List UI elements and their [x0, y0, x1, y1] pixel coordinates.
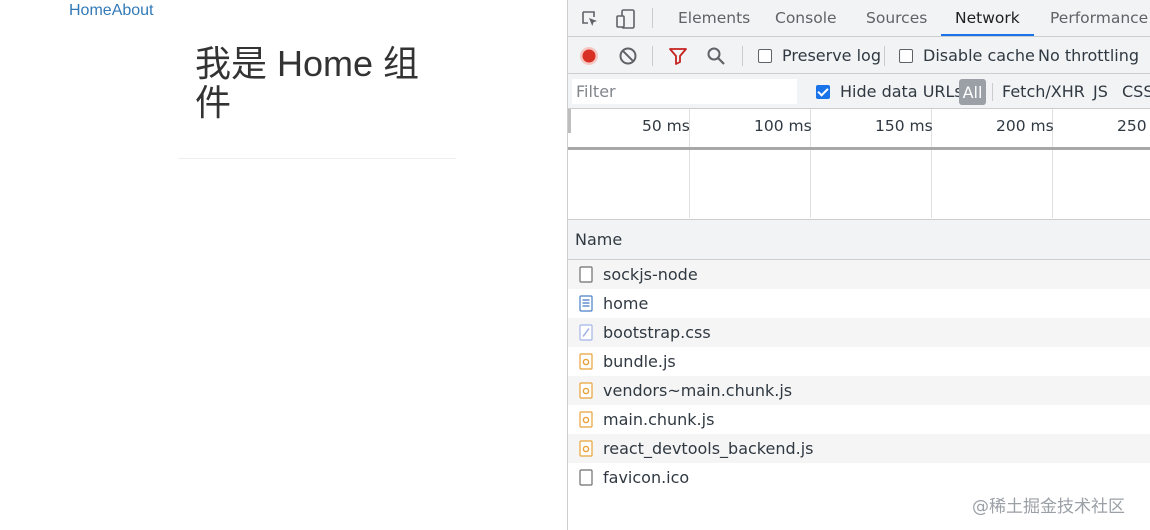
- network-toolbar: Preserve log Disable cache No throttling: [568, 37, 1150, 74]
- search-button[interactable]: [706, 37, 726, 74]
- devtools-tabbar: Elements Console Sources Network Perform…: [568, 0, 1150, 37]
- timeline-overview[interactable]: 50 ms 100 ms 150 ms 200 ms 250 ms: [568, 109, 1150, 220]
- disable-cache-label: Disable cache: [923, 46, 1035, 65]
- script-icon: [579, 382, 593, 399]
- inspect-element-icon[interactable]: [578, 7, 602, 31]
- hide-data-urls-box[interactable]: [816, 84, 830, 99]
- request-row[interactable]: react_devtools_backend.js: [568, 434, 1150, 463]
- type-filter-all[interactable]: All: [959, 79, 986, 105]
- tab-network[interactable]: Network: [955, 0, 1020, 37]
- tab-console[interactable]: Console: [775, 0, 837, 37]
- preserve-log-box[interactable]: [758, 48, 772, 63]
- blank-document-icon: [579, 266, 593, 283]
- type-filter-css[interactable]: CSS: [1122, 74, 1150, 109]
- type-filter-js[interactable]: JS: [1093, 74, 1108, 109]
- script-icon: [579, 411, 593, 428]
- column-header-name[interactable]: Name: [568, 220, 1150, 260]
- request-name: home: [603, 294, 649, 313]
- disable-cache-checkbox[interactable]: Disable cache: [899, 37, 1035, 74]
- filter-toggle-button[interactable]: [668, 37, 688, 74]
- request-name: vendors~main.chunk.js: [603, 381, 793, 400]
- hide-data-urls-checkbox[interactable]: Hide data URLs: [816, 74, 963, 109]
- toolbar-separator: [652, 8, 653, 28]
- disable-cache-box[interactable]: [899, 48, 913, 63]
- filter-bar: Hide data URLs All Fetch/XHR JS CSS: [568, 74, 1150, 109]
- filter-funnel-icon: [669, 47, 687, 65]
- request-row[interactable]: bootstrap.css: [568, 318, 1150, 347]
- devtools-panel: Elements Console Sources Network Perform…: [567, 0, 1150, 530]
- divider: [178, 158, 456, 159]
- nav-links: HomeAbout: [69, 2, 154, 20]
- request-name: main.chunk.js: [603, 410, 715, 429]
- device-toolbar-icon[interactable]: [614, 7, 638, 31]
- record-button[interactable]: [579, 37, 599, 74]
- request-name: favicon.ico: [603, 468, 690, 487]
- toolbar-separator: [652, 46, 653, 66]
- timeline-track: [568, 147, 1150, 150]
- timeline-tick-label: 100 ms: [754, 117, 812, 135]
- timeline-start-marker: [568, 109, 571, 133]
- toolbar-separator: [884, 46, 885, 66]
- nav-home-link[interactable]: Home: [69, 2, 112, 19]
- app-page: HomeAbout 我是 Home 组件: [0, 0, 567, 530]
- script-icon: [579, 440, 593, 457]
- request-row[interactable]: vendors~main.chunk.js: [568, 376, 1150, 405]
- request-name: react_devtools_backend.js: [603, 439, 814, 458]
- timeline-tick-label: 200 ms: [996, 117, 1054, 135]
- filter-separator: [992, 83, 993, 101]
- request-list: sockjs-node home bootstrap.css bundle.js…: [568, 260, 1150, 492]
- request-row[interactable]: bundle.js: [568, 347, 1150, 376]
- clear-icon: [619, 47, 637, 64]
- tab-elements[interactable]: Elements: [678, 0, 750, 37]
- nav-about-link[interactable]: About: [112, 2, 154, 19]
- page-title: 我是 Home 组件: [195, 43, 420, 123]
- record-icon: [580, 46, 598, 65]
- type-filter-fetch-xhr[interactable]: Fetch/XHR: [1002, 74, 1085, 109]
- tab-performance[interactable]: Performance: [1050, 0, 1148, 37]
- active-tab-indicator: [941, 34, 1034, 36]
- blank-document-icon: [579, 469, 593, 486]
- request-row[interactable]: home: [568, 289, 1150, 318]
- request-name: bundle.js: [603, 352, 676, 371]
- request-row[interactable]: main.chunk.js: [568, 405, 1150, 434]
- html-document-icon: [579, 295, 593, 312]
- preserve-log-label: Preserve log: [782, 46, 881, 65]
- request-name: bootstrap.css: [603, 323, 711, 342]
- hide-data-urls-label: Hide data URLs: [840, 82, 963, 101]
- preserve-log-checkbox[interactable]: Preserve log: [758, 37, 881, 74]
- timeline-tick-label: 50 ms: [642, 117, 690, 135]
- toolbar-separator: [742, 46, 743, 66]
- request-name: sockjs-node: [603, 265, 698, 284]
- script-icon: [579, 353, 593, 370]
- watermark: @稀土掘金技术社区: [972, 497, 1125, 517]
- request-row[interactable]: sockjs-node: [568, 260, 1150, 289]
- throttling-select[interactable]: No throttling: [1038, 37, 1139, 74]
- request-row[interactable]: favicon.ico: [568, 463, 1150, 492]
- stylesheet-icon: [579, 324, 593, 341]
- clear-button[interactable]: [618, 37, 638, 74]
- search-icon: [707, 47, 725, 65]
- filter-input[interactable]: [572, 79, 797, 104]
- timeline-tick-label: 150 ms: [875, 117, 933, 135]
- timeline-tick-label: 250 ms: [1117, 117, 1150, 135]
- tab-sources[interactable]: Sources: [866, 0, 927, 37]
